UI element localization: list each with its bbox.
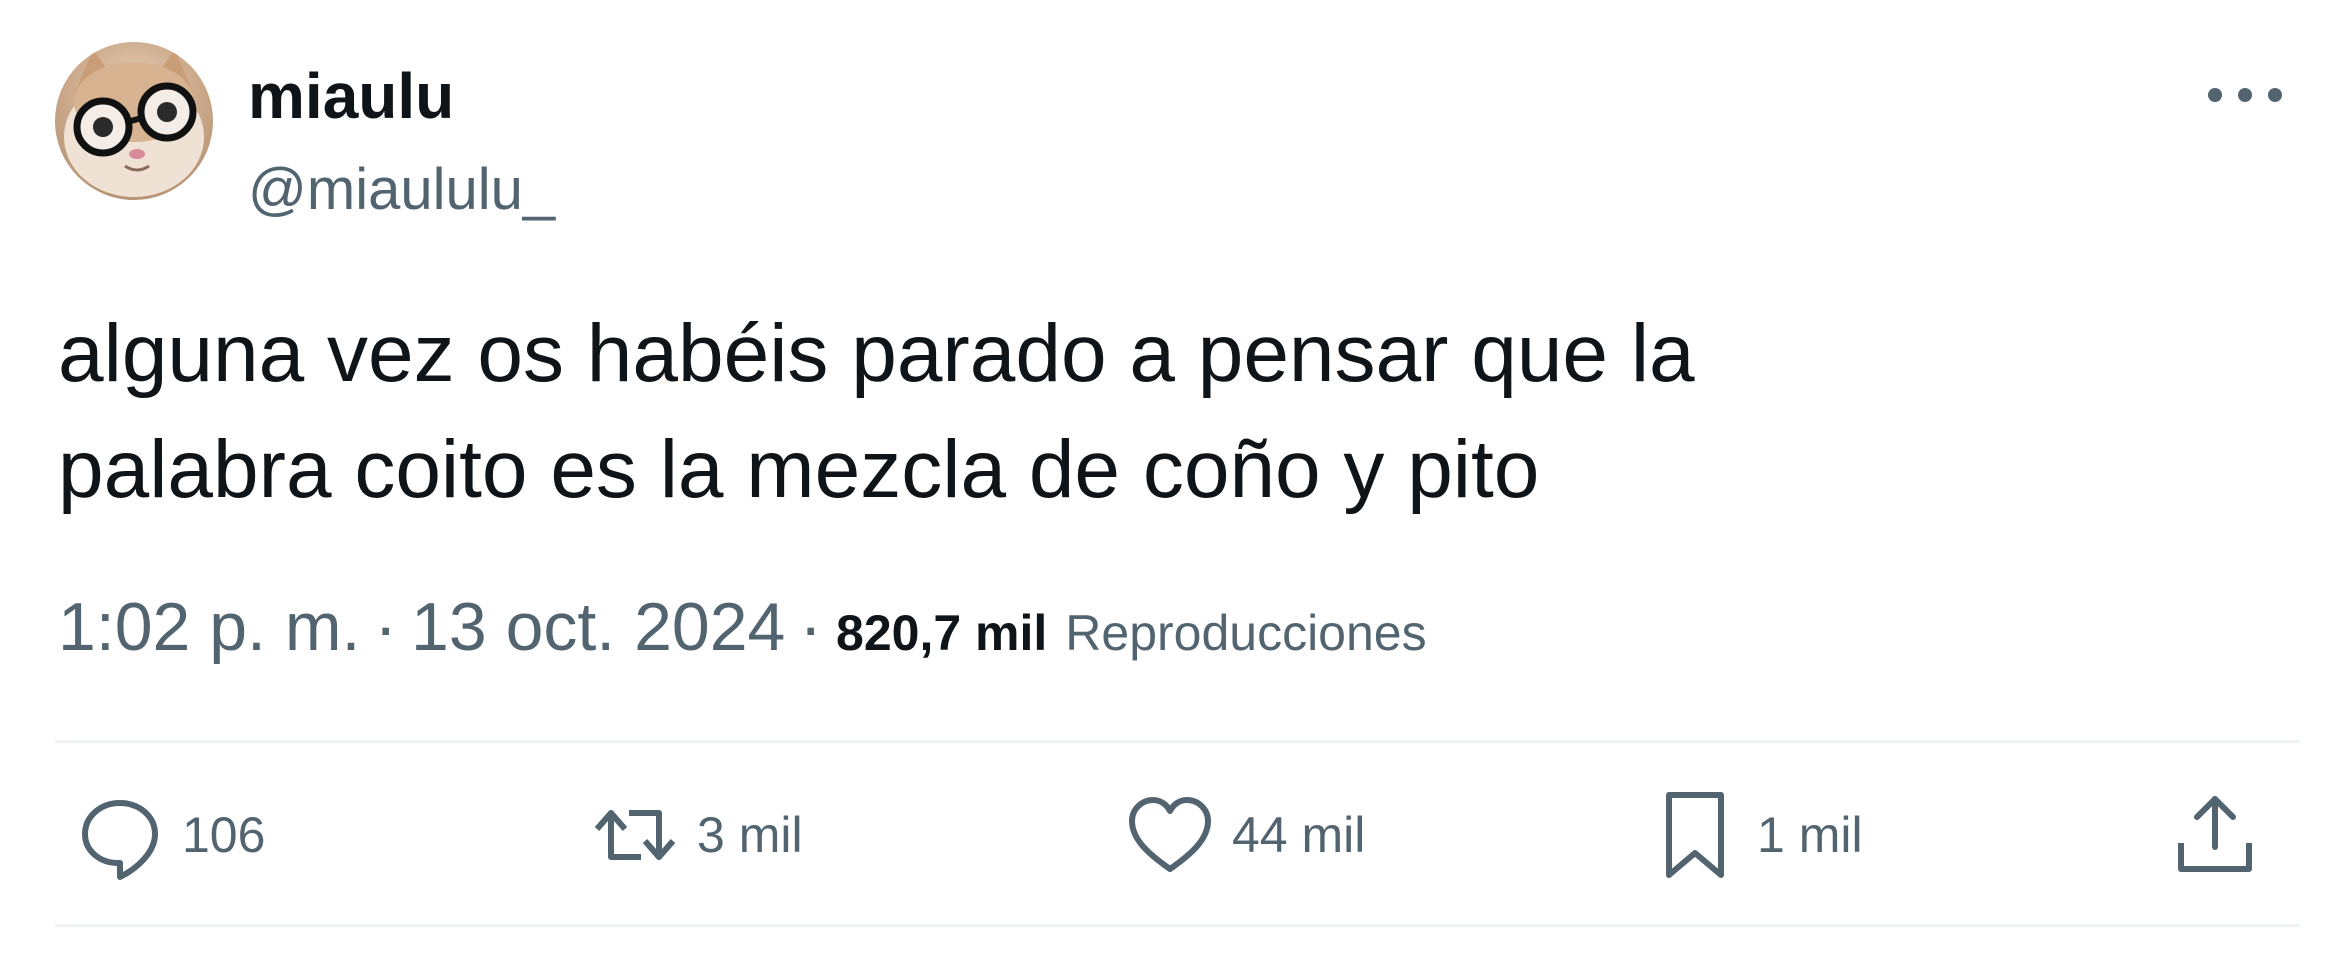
avatar[interactable] (55, 42, 213, 200)
share-button[interactable] (2165, 785, 2265, 885)
divider (55, 924, 2300, 927)
share-icon (2165, 785, 2265, 885)
tweet-card: miaulu @miaululu_ alguna vez os habéis p… (0, 0, 2350, 956)
heart-icon (1120, 785, 1220, 885)
repost-button[interactable]: 3 mil (585, 785, 803, 885)
meta-separator: · (799, 589, 823, 665)
tweet-text-line: palabra coito es la mezcla de coño y pit… (58, 424, 1540, 515)
reply-count: 106 (182, 807, 266, 863)
more-options-button[interactable] (2200, 70, 2290, 120)
like-button[interactable]: 44 mil (1120, 785, 1365, 885)
tweet-text-line: alguna vez os habéis parado a pensar que… (58, 308, 1695, 399)
bookmark-button[interactable]: 1 mil (1645, 785, 1863, 885)
meta-separator: · (374, 589, 398, 665)
tweet-date[interactable]: 13 oct. 2024 (411, 588, 785, 666)
user-handle[interactable]: @miaululu_ (248, 155, 555, 225)
views-count[interactable]: 820,7 mil (836, 604, 1047, 662)
cat-avatar-icon (64, 50, 204, 197)
divider (55, 740, 2300, 743)
reply-icon (70, 785, 170, 885)
tweet-text: alguna vez os habéis parado a pensar que… (58, 296, 2258, 528)
display-name[interactable]: miaulu (248, 58, 454, 134)
repost-icon (585, 785, 685, 885)
repost-count: 3 mil (697, 807, 803, 863)
tweet-time[interactable]: 1:02 p. m. (58, 588, 360, 666)
like-count: 44 mil (1232, 807, 1366, 863)
reply-button[interactable]: 106 (70, 785, 265, 885)
more-horizontal-icon (2208, 88, 2282, 102)
tweet-meta: 1:02 p. m. · 13 oct. 2024 · 820,7 mil Re… (58, 588, 1427, 678)
bookmark-count: 1 mil (1757, 807, 1863, 863)
bookmark-icon (1645, 785, 1745, 885)
views-label[interactable]: Reproducciones (1065, 604, 1426, 662)
